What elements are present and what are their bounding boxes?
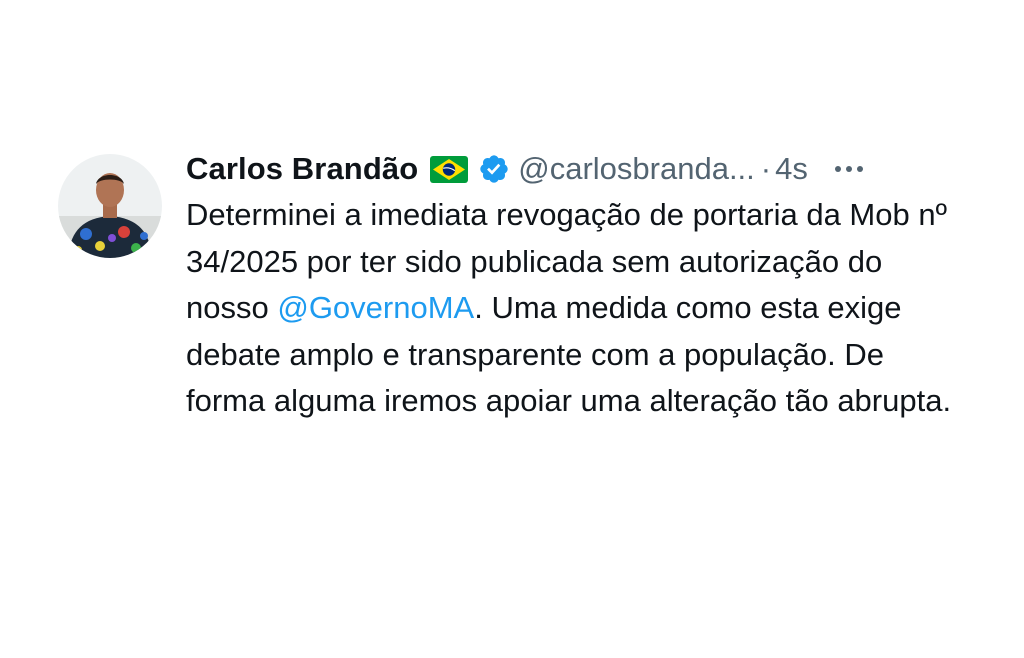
- separator-dot: ·: [760, 151, 772, 186]
- author-handle[interactable]: @carlosbranda...: [518, 151, 755, 187]
- author-name[interactable]: Carlos Brandão: [186, 151, 418, 187]
- avatar[interactable]: [58, 154, 162, 258]
- mention-link[interactable]: @GovernoMA: [277, 290, 474, 325]
- tweet-header: Carlos Brandão @carlosbranda... · 4s: [186, 148, 958, 190]
- tweet-text: Determinei a imediata revogação de porta…: [186, 192, 961, 425]
- more-options-icon[interactable]: [834, 165, 864, 173]
- brazil-flag-icon: [430, 155, 469, 183]
- verified-badge-icon: [478, 153, 510, 185]
- tweet-content: Carlos Brandão @carlosbranda... · 4s Det…: [186, 148, 958, 425]
- timestamp[interactable]: 4s: [775, 151, 808, 187]
- tweet: Carlos Brandão @carlosbranda... · 4s Det…: [58, 148, 958, 425]
